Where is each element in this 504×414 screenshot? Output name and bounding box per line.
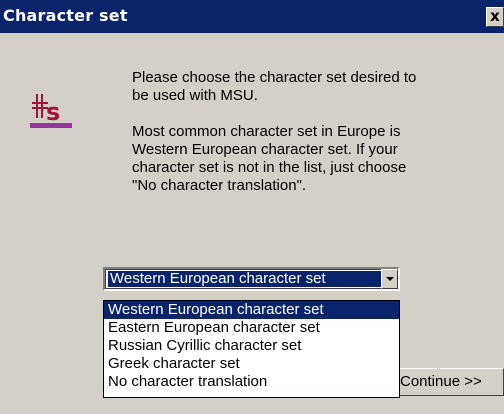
window-title: Character set bbox=[3, 6, 128, 25]
message-text: Please choose the character set desired … bbox=[132, 69, 422, 213]
charset-option-greek[interactable]: Greek character set bbox=[104, 355, 399, 373]
message-paragraph-choose: Please choose the character set desired … bbox=[132, 69, 417, 104]
svg-text:s: s bbox=[46, 98, 60, 126]
charset-option-cyrillic[interactable]: Russian Cyrillic character set bbox=[104, 337, 399, 355]
charset-option-western[interactable]: Western European character set bbox=[104, 301, 399, 319]
close-icon: x bbox=[490, 7, 500, 25]
charset-option-none[interactable]: No character translation bbox=[104, 373, 399, 391]
close-button[interactable]: x bbox=[486, 7, 504, 27]
charset-options-list[interactable]: Western European character set Eastern E… bbox=[103, 300, 400, 398]
charset-select-value: Western European character set bbox=[108, 271, 381, 287]
continue-button[interactable]: Continue >> bbox=[392, 368, 504, 396]
msu-logo-icon: s bbox=[30, 90, 72, 130]
title-bar[interactable]: Character set x bbox=[0, 0, 504, 33]
charset-option-eastern[interactable]: Eastern European character set bbox=[104, 319, 399, 337]
message-paragraph-hint: Most common character set in Europe is W… bbox=[132, 123, 407, 194]
charset-select[interactable]: Western European character set bbox=[103, 267, 400, 291]
dropdown-arrow-button[interactable] bbox=[381, 269, 398, 289]
